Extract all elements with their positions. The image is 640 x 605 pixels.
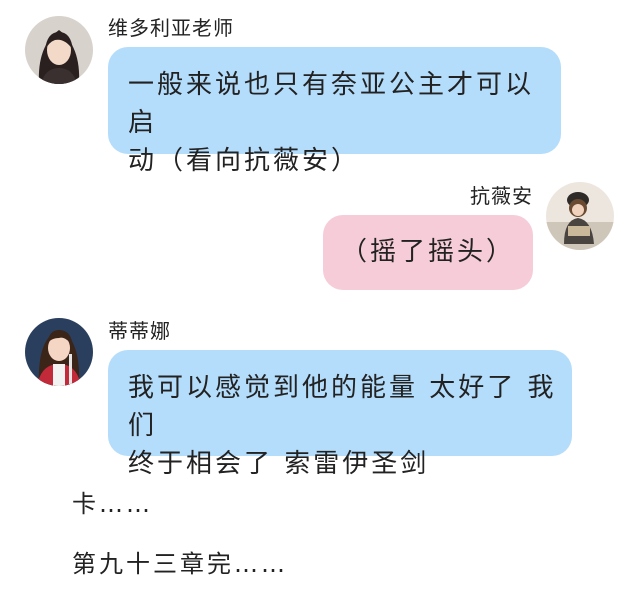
avatar-tidina[interactable]: [25, 318, 93, 386]
avatar-vivian[interactable]: [546, 182, 614, 250]
avatar-tidina-image: [25, 318, 93, 386]
message-line: 动（看向抗薇安）: [128, 146, 361, 176]
avatar-victoria[interactable]: [25, 16, 93, 84]
sender-name: 蒂蒂娜: [108, 319, 171, 343]
avatar-vivian-image: [546, 182, 614, 250]
message-line: 我可以感觉到他的能量 太好了 我们: [128, 373, 557, 441]
message-line: 终于相会了 索雷伊圣剑: [128, 449, 430, 479]
sender-name: 抗薇安: [470, 184, 533, 208]
message-bubble: 一般来说也只有奈亚公主才可以启 动（看向抗薇安）: [108, 47, 561, 176]
message-bubble: 我可以感觉到他的能量 太好了 我们 终于相会了 索雷伊圣剑: [108, 350, 572, 479]
narration-text: 卡……: [72, 490, 153, 518]
message-bubble: （摇了摇头）: [323, 215, 533, 290]
message-line: （摇了摇头）: [340, 237, 515, 267]
chapter-end-text: 第九十三章完……: [72, 550, 288, 578]
sender-name: 维多利亚老师: [108, 16, 234, 40]
message-line: 一般来说也只有奈亚公主才可以启: [128, 70, 535, 138]
avatar-victoria-image: [25, 16, 93, 84]
